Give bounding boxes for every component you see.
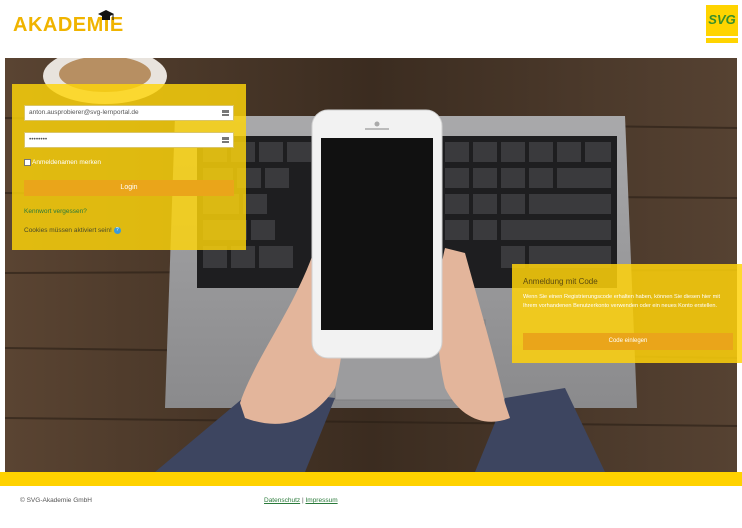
- enter-code-button[interactable]: Code einlegen: [523, 333, 733, 350]
- username-field[interactable]: anton.ausprobierer@svg-lernportal.de: [24, 105, 234, 121]
- cookies-note-text: Cookies müssen aktiviert sein!: [24, 227, 112, 235]
- password-value: ••••••••: [29, 136, 48, 143]
- header: AKADEMIE SVG: [0, 0, 742, 58]
- help-icon[interactable]: ?: [113, 227, 121, 234]
- code-login-panel: Anmeldung mit Code Wenn Sie einen Regist…: [512, 264, 742, 363]
- login-page: AKADEMIE SVG anton.ausprobierer@svg-lern…: [0, 0, 742, 528]
- login-panel: anton.ausprobierer@svg-lernportal.de •••…: [12, 84, 246, 250]
- brand-logo-divider: [706, 36, 738, 38]
- footer-link-separator: |: [301, 497, 304, 504]
- keypad-icon: [222, 110, 229, 116]
- footer-links: Datenschutz | Impressum: [264, 497, 338, 504]
- keypad-icon: [222, 137, 229, 143]
- cookies-note: Cookies müssen aktiviert sein!?: [24, 227, 121, 234]
- imprint-link[interactable]: Impressum: [305, 497, 337, 504]
- code-login-title: Anmeldung mit Code: [523, 277, 598, 286]
- remember-username-checkbox[interactable]: [24, 158, 31, 166]
- password-field[interactable]: ••••••••: [24, 132, 234, 148]
- copyright-text: © SVG-Akademie GmbH: [20, 497, 92, 504]
- footer: © SVG-Akademie GmbH Datenschutz | Impres…: [0, 486, 742, 528]
- username-value: anton.ausprobierer@svg-lernportal.de: [29, 109, 139, 116]
- footer-band: [0, 472, 742, 486]
- brand-logo-text: SVG: [706, 5, 738, 35]
- forgot-password-link[interactable]: Kennwort vergessen?: [24, 208, 87, 215]
- graduation-cap-icon: [98, 10, 114, 20]
- privacy-link[interactable]: Datenschutz: [264, 497, 300, 504]
- svg-brand-logo[interactable]: SVG: [706, 5, 738, 43]
- remember-username-label[interactable]: Anmeldenamen merken: [32, 159, 101, 166]
- code-login-text: Wenn Sie einen Registrierungscode erhalt…: [523, 294, 721, 309]
- remember-username-row: Anmeldenamen merken: [24, 158, 101, 168]
- login-button[interactable]: Login: [24, 180, 234, 196]
